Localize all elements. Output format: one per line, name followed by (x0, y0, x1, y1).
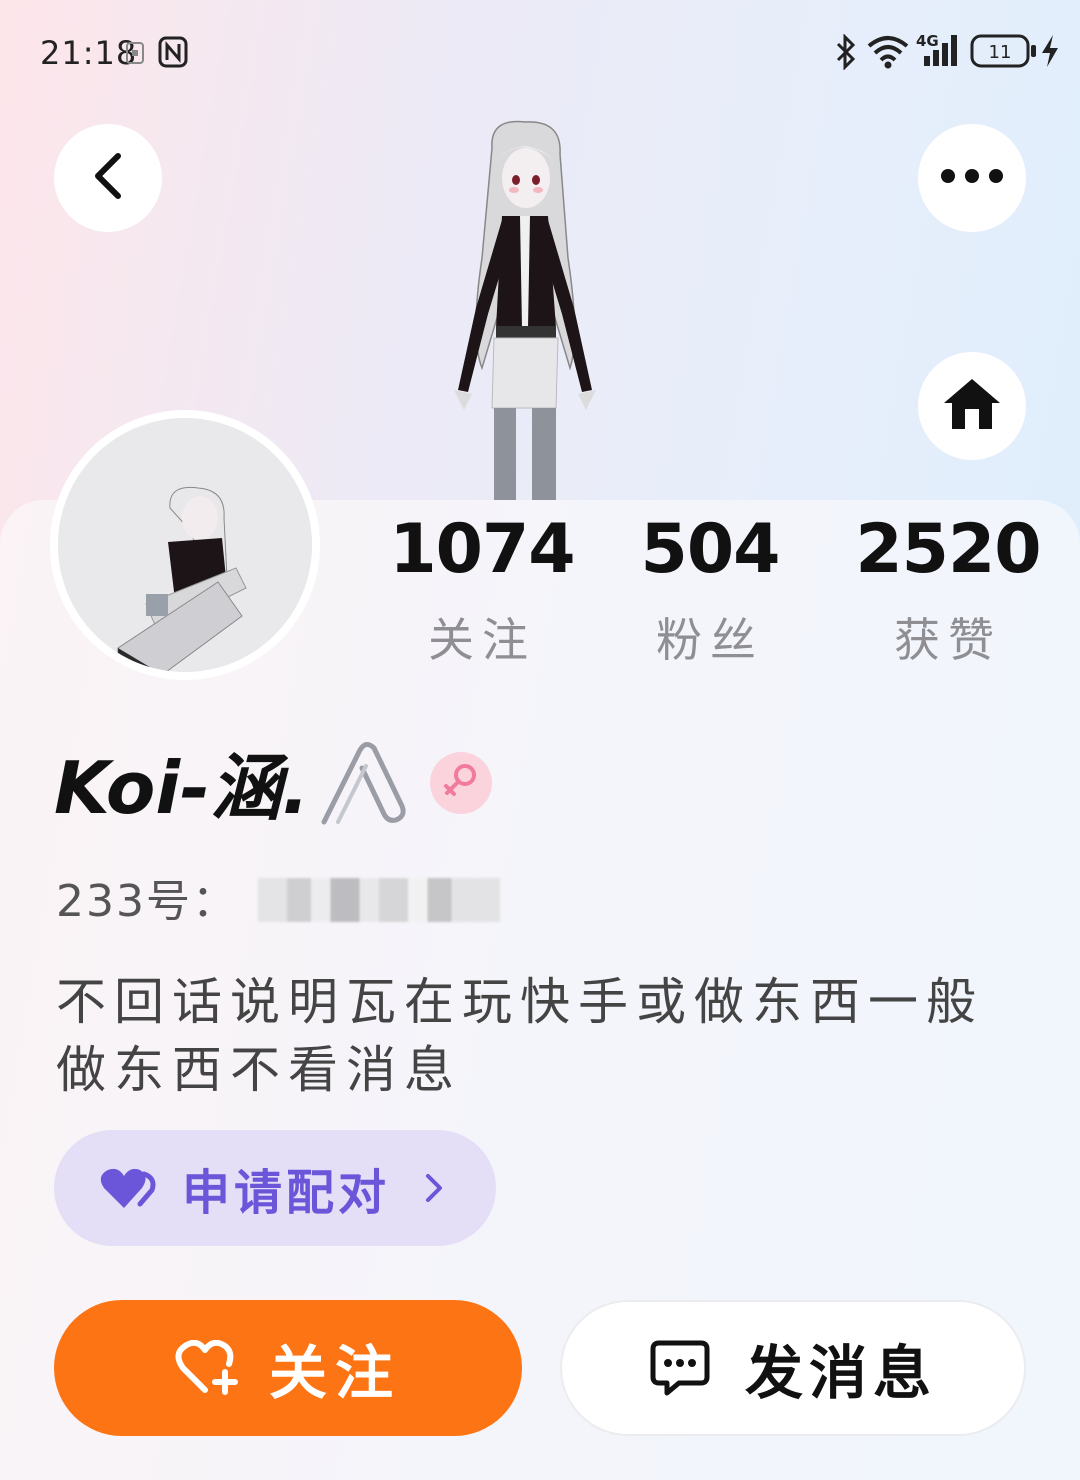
more-dots-icon (940, 168, 1004, 188)
stat-value: 1074 (389, 510, 575, 589)
stat-following[interactable]: 1074 关注 (382, 510, 582, 670)
stat-likes[interactable]: 2520 获赞 (848, 510, 1048, 670)
send-message-label: 发消息 (744, 1339, 937, 1407)
stat-value: 2520 (855, 510, 1041, 589)
chat-bubble-icon (649, 1339, 711, 1397)
charging-icon (1040, 34, 1060, 72)
follow-button[interactable]: 关注 (54, 1300, 522, 1436)
sim-card-icon (126, 42, 144, 68)
apply-match-label: 申请配对 (182, 1165, 391, 1221)
signal-4g-icon: 4G (914, 30, 964, 74)
user-id-value-blurred (258, 878, 500, 922)
nickname: Koi-涵. (54, 746, 310, 830)
gender-badge (430, 752, 492, 814)
stat-followers[interactable]: 504 粉丝 (610, 510, 810, 670)
battery-level: 11 (989, 42, 1012, 63)
network-label: 4G (916, 32, 939, 50)
home-button[interactable] (918, 352, 1026, 460)
bio-text: 不回话说明瓦在玩快手或做东西一般做东西不看消息 (56, 973, 984, 1099)
female-icon (443, 762, 479, 804)
battery-icon: 11 (970, 34, 1038, 72)
home-icon (942, 377, 1002, 435)
more-button[interactable] (918, 124, 1026, 232)
status-bar: 21:18 4G 11 (0, 0, 1080, 100)
send-message-button[interactable]: 发消息 (560, 1300, 1026, 1436)
heart-plus-icon (175, 1340, 239, 1396)
paperclip-icon (316, 740, 412, 834)
stat-label: 获赞 (894, 613, 1002, 667)
status-time: 21:18 (40, 34, 138, 72)
hero-character-image (420, 108, 630, 508)
stat-label: 关注 (428, 613, 536, 667)
chevron-left-icon (88, 150, 128, 206)
stat-value: 504 (640, 510, 781, 589)
user-id-label: 233号： (56, 876, 238, 927)
bluetooth-icon (834, 33, 858, 74)
nfc-icon (158, 36, 188, 72)
chevron-right-icon (424, 1172, 444, 1204)
back-button[interactable] (54, 124, 162, 232)
avatar[interactable] (58, 418, 312, 672)
stat-label: 粉丝 (656, 613, 764, 667)
follow-label: 关注 (268, 1339, 401, 1407)
apply-match-button[interactable]: 申请配对 (54, 1130, 496, 1246)
double-heart-icon (100, 1166, 158, 1210)
wifi-icon (866, 34, 910, 74)
